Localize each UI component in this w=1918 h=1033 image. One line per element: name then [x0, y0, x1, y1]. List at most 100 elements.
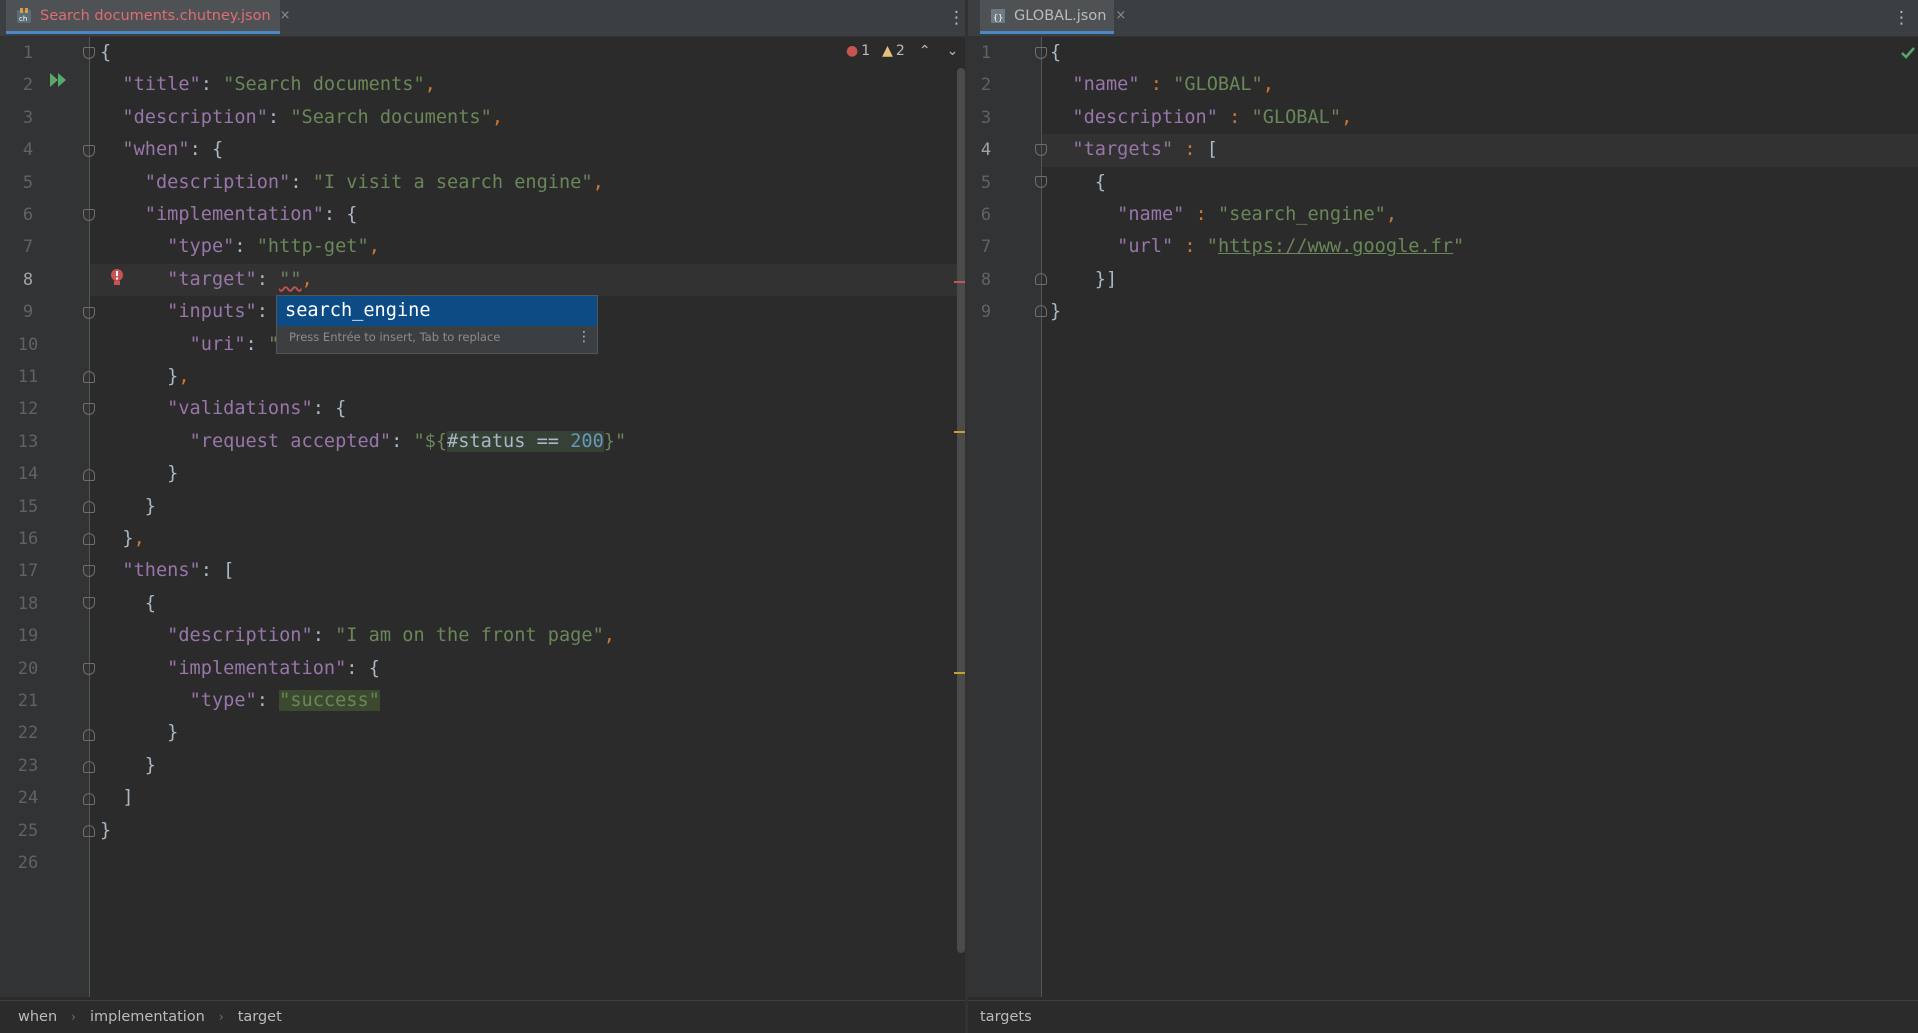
- warning-stripe-marker[interactable]: [954, 431, 965, 433]
- code-line: "targets" : [: [1072, 139, 1218, 161]
- line-number: 4: [980, 140, 992, 161]
- code-line: "when": {: [122, 139, 224, 161]
- line-number: 16: [17, 529, 39, 549]
- fold-marker-icon[interactable]: [83, 565, 95, 577]
- line-number: 15: [17, 496, 39, 517]
- line-number: 20: [17, 658, 39, 679]
- fold-marker-icon[interactable]: [1035, 144, 1047, 156]
- fold-marker-icon[interactable]: [83, 501, 95, 513]
- more-options-icon[interactable]: ⋮: [577, 329, 591, 345]
- line-number: 6: [980, 205, 992, 225]
- breadcrumb-target[interactable]: target: [238, 1009, 282, 1025]
- fold-marker-icon[interactable]: [83, 793, 95, 805]
- error-icon: ●: [846, 43, 859, 59]
- code-line: }: [144, 754, 156, 776]
- code-line: "description": "I visit a search engine"…: [144, 171, 604, 193]
- fold-marker-icon[interactable]: [83, 597, 95, 609]
- warning-icon: ▲: [882, 43, 893, 59]
- line-number: 19: [17, 626, 39, 647]
- fold-marker-icon[interactable]: [83, 729, 95, 741]
- fold-marker-icon[interactable]: [83, 663, 95, 675]
- line-number: 18: [17, 593, 39, 614]
- code-line: "name" : "GLOBAL",: [1072, 74, 1274, 96]
- tab-title: Search documents.chutney.json: [40, 7, 271, 24]
- line-number: 9: [22, 302, 34, 323]
- code-line: "description" : "GLOBAL",: [1072, 106, 1353, 128]
- code-line: }: [167, 463, 179, 485]
- line-number: 17: [17, 561, 39, 582]
- completion-item-search-engine[interactable]: search_engine: [277, 296, 597, 326]
- fold-marker-icon[interactable]: [83, 209, 95, 221]
- code-line: "description": "Search documents",: [122, 106, 504, 128]
- inspections-widget[interactable]: ● 1 ▲ 2 ⌃ ⌄: [846, 43, 958, 59]
- line-number: 5: [22, 172, 34, 193]
- svg-text:ch: ch: [19, 15, 27, 23]
- code-line: },: [167, 366, 190, 387]
- more-options-icon[interactable]: ⋮: [948, 8, 965, 28]
- left-editor[interactable]: 1 2 3 4 5 6 7 8 9 10 11 12 13 14 15 16 17 18 19 20 21 22 23 24 2…: [0, 37, 965, 997]
- run-test-icon[interactable]: [48, 71, 68, 91]
- line-number: 22: [17, 723, 39, 744]
- code-line: {: [100, 42, 112, 63]
- fold-marker-icon[interactable]: [1035, 47, 1047, 59]
- fold-marker-icon[interactable]: [83, 47, 95, 59]
- error-stripe-marker[interactable]: [954, 281, 965, 283]
- fold-marker-icon[interactable]: [83, 469, 95, 481]
- code-line: ]: [122, 787, 134, 809]
- code-line: "request accepted": "${#status == 200}": [189, 430, 627, 452]
- line-number: 8: [22, 269, 34, 290]
- line-number: 3: [22, 107, 34, 128]
- close-tab-icon[interactable]: ×: [1115, 8, 1126, 23]
- right-breadcrumb: targets: [968, 1000, 1918, 1033]
- fold-marker-icon[interactable]: [1035, 305, 1047, 317]
- fold-marker-icon[interactable]: [83, 307, 95, 319]
- fold-marker-icon[interactable]: [83, 533, 95, 545]
- code-line: {: [1094, 171, 1106, 193]
- code-line: "name" : "search_engine",: [1117, 204, 1398, 225]
- breadcrumb-targets[interactable]: targets: [980, 1009, 1032, 1025]
- line-number: 4: [22, 140, 34, 161]
- code-line: "type": "success": [189, 690, 380, 711]
- vertical-scrollbar[interactable]: [957, 68, 965, 953]
- more-options-icon[interactable]: ⋮: [1893, 8, 1910, 28]
- fold-marker-icon[interactable]: [1035, 176, 1047, 188]
- fold-marker-icon[interactable]: [83, 825, 95, 837]
- code-line: "title": "Search documents",: [122, 74, 436, 96]
- code-line: }: [144, 495, 156, 517]
- line-number: 24: [17, 788, 39, 809]
- code-line: },: [122, 528, 145, 549]
- code-line: }: [167, 722, 179, 744]
- left-editor-pane: ch Search documents.chutney.json × ⋮ 1 23…: [0, 0, 965, 1033]
- previous-problem-icon[interactable]: ⌃: [919, 43, 931, 59]
- code-line: "implementation": {: [144, 204, 358, 225]
- code-line: }: [100, 819, 112, 841]
- fold-marker-icon[interactable]: [83, 761, 95, 773]
- close-tab-icon[interactable]: ×: [280, 8, 291, 23]
- svg-text:{}: {}: [993, 13, 1003, 22]
- fold-marker-icon[interactable]: [83, 371, 95, 383]
- fold-marker-icon[interactable]: [1035, 273, 1047, 285]
- breadcrumb-when[interactable]: when: [18, 1009, 57, 1025]
- url-link[interactable]: https://www.google.fr: [1218, 236, 1453, 257]
- tab-search-documents[interactable]: ch Search documents.chutney.json ×: [6, 0, 291, 34]
- code-line: "url" : "https://www.google.fr": [1117, 236, 1465, 258]
- line-number: 1: [22, 43, 34, 63]
- code-completion-popup: search_engine Press Entrée to insert, Ta…: [276, 295, 598, 354]
- json-file-icon: {}: [990, 8, 1008, 24]
- code-line: "validations": {: [167, 398, 347, 420]
- line-number: 25: [17, 820, 39, 841]
- line-number: 23: [17, 755, 39, 776]
- code-line: "description": "I am on the front page",: [167, 625, 615, 647]
- right-editor[interactable]: 1 2 3 4 5 6 7 8 9 { "name" : "GLOBAL", "descript…: [968, 37, 1918, 997]
- line-number: 7: [22, 237, 34, 258]
- warning-stripe-marker[interactable]: [954, 672, 965, 674]
- fold-marker-icon[interactable]: [83, 403, 95, 415]
- next-problem-icon[interactable]: ⌄: [947, 43, 959, 59]
- fold-marker-icon[interactable]: [83, 145, 95, 157]
- tab-global-json[interactable]: {} GLOBAL.json ×: [980, 0, 1126, 34]
- left-breadcrumb: when › implementation › target: [0, 1000, 965, 1033]
- line-number: 5: [980, 172, 992, 193]
- line-number: 3: [980, 107, 992, 128]
- breadcrumb-implementation[interactable]: implementation: [90, 1009, 205, 1025]
- line-number: 10: [17, 334, 39, 355]
